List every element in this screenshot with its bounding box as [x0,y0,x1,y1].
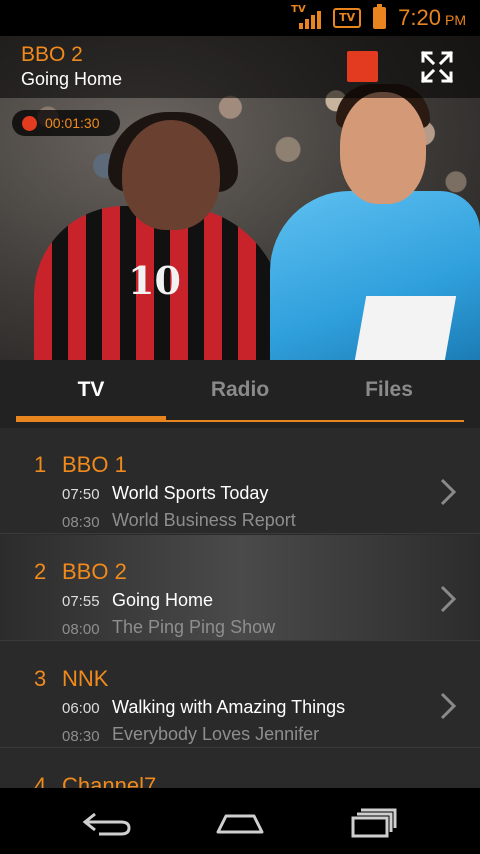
clock: 7:20 PM [398,5,466,31]
current-program-name: Going Home [21,69,123,89]
channel-row[interactable]: 1 BBO 1 07:50 World Sports Today 08:30 W… [0,428,480,534]
now-program: Going Home [112,590,214,610]
clock-ampm: PM [445,12,466,28]
tab-tv[interactable]: TV [16,378,166,402]
home-icon[interactable] [210,808,270,838]
next-time: 08:00 [62,621,100,638]
tab-radio[interactable]: Radio [165,378,315,402]
tv-badge-icon: TV [333,8,362,28]
channel-name: BBO 1 [62,452,127,477]
channel-row[interactable]: 4 Channel7 [0,749,480,788]
channel-row-selected[interactable]: 2 BBO 2 07:55 Going Home 08:00 The Ping … [0,535,480,641]
next-program: World Business Report [112,510,296,530]
back-icon[interactable] [77,808,137,838]
recent-apps-icon[interactable] [345,808,405,838]
tab-selected-indicator [16,416,166,421]
now-program: World Sports Today [112,483,269,503]
tv-signal-icon: TV [291,4,322,32]
channel-number: 3 [34,666,47,691]
current-channel-name: BBO 2 [21,43,83,66]
next-program: Everybody Loves Jennifer [112,724,320,744]
now-time: 07:55 [62,593,100,610]
channel-name: Channel7 [62,773,157,788]
clock-time: 7:20 [398,5,441,30]
now-time: 06:00 [62,700,100,717]
channel-number: 4 [34,773,47,788]
next-time: 08:30 [62,514,100,531]
chevron-right-icon[interactable] [438,690,458,722]
navigation-bar [0,790,480,854]
chevron-right-icon[interactable] [438,476,458,508]
battery-icon [373,4,387,29]
channel-number: 1 [34,452,47,477]
now-program: Walking with Amazing Things [112,697,346,717]
now-time: 07:50 [62,486,100,503]
channel-row[interactable]: 3 NNK 06:00 Walking with Amazing Things … [0,642,480,748]
channel-list[interactable]: 1 BBO 1 07:50 World Sports Today 08:30 W… [0,428,480,788]
recording-time: 00:01:30 [45,115,100,131]
next-program: The Ping Ping Show [112,617,276,637]
channel-number: 2 [34,559,47,584]
player-red-head [122,120,220,230]
channel-name: BBO 2 [62,559,127,584]
player-blue-head [340,92,426,204]
next-time: 08:30 [62,728,100,745]
chevron-right-icon[interactable] [438,583,458,615]
record-dot-icon [22,115,37,131]
tab-files[interactable]: Files [314,378,464,402]
jersey-number: 10 [128,258,181,303]
fullscreen-icon[interactable] [420,50,454,84]
player-blue-panel [353,296,457,360]
recording-indicator: 00:01:30 [12,110,120,136]
status-bar: TV TV 7:20 PM [0,0,480,36]
channel-name: NNK [62,666,109,691]
stop-button[interactable] [347,51,378,82]
